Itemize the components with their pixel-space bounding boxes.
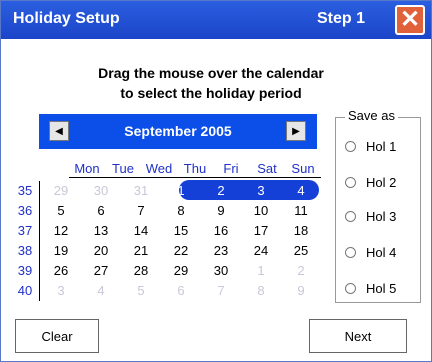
calendar-day[interactable]: 5 [41, 201, 81, 221]
calendar-day-selected[interactable]: 3 [241, 181, 281, 201]
calendar-day[interactable]: 29 [161, 261, 201, 281]
weekday-header: Mon [74, 161, 100, 176]
calendar-day[interactable]: 8 [161, 201, 201, 221]
calendar-day[interactable]: 4 [81, 281, 121, 301]
week-number-column: 35 36 37 38 39 40 [11, 181, 40, 301]
calendar-week-row: 12 13 14 15 16 17 18 [41, 221, 321, 241]
calendar-day[interactable]: 16 [201, 221, 241, 241]
calendar-day[interactable]: 7 [201, 281, 241, 301]
radio-hol-5[interactable]: Hol 5 [345, 279, 396, 297]
calendar-day[interactable]: 26 [41, 261, 81, 281]
calendar-week-row: 19 20 21 22 23 24 25 [41, 241, 321, 261]
week-number: 39 [17, 263, 33, 278]
calendar-day[interactable]: 18 [281, 221, 321, 241]
calendar-day[interactable]: 15 [161, 221, 201, 241]
weekday-header-row: Mon Tue Wed Thu Fri Sat Sun [69, 161, 321, 178]
radio-label: Hol 5 [366, 280, 397, 296]
calendar-day[interactable]: 21 [121, 241, 161, 261]
clear-button[interactable]: Clear [15, 319, 99, 353]
calendar-day[interactable]: 9 [201, 201, 241, 221]
instruction-line-1: Drag the mouse over the calendar [98, 65, 324, 81]
calendar-day[interactable]: 8 [241, 281, 281, 301]
calendar-week-row: 26 27 28 29 30 1 2 [41, 261, 321, 281]
calendar-week-row: 29 30 31 1 2 3 4 [41, 181, 321, 201]
radio-label: Hol 3 [366, 208, 397, 224]
calendar-day[interactable]: 31 [121, 181, 161, 201]
holiday-setup-window: Holiday Setup Step 1 ✕ Drag the mouse ov… [0, 0, 432, 362]
close-button[interactable]: ✕ [395, 5, 425, 35]
calendar-day[interactable]: 30 [81, 181, 121, 201]
chevron-left-icon: ◀ [55, 125, 63, 137]
radio-label: Hol 1 [366, 138, 397, 154]
weekday-header: Wed [145, 161, 173, 176]
week-number: 40 [17, 283, 33, 298]
radio-circle[interactable] [345, 176, 356, 188]
calendar-day[interactable]: 30 [201, 261, 241, 281]
calendar-day[interactable]: 29 [41, 181, 81, 201]
title-bar: Holiday Setup Step 1 ✕ [1, 1, 431, 39]
weekday-header: Sun [291, 161, 315, 176]
calendar-day[interactable]: 7 [121, 201, 161, 221]
instruction-line-2: to select the holiday period [120, 85, 302, 101]
weekday-header: Fri [223, 161, 239, 176]
calendar-grid[interactable]: 29 30 31 1 2 3 4 5 6 7 8 9 10 11 12 13 1… [41, 181, 321, 301]
calendar-day[interactable]: 20 [81, 241, 121, 261]
next-button-label: Next [344, 328, 372, 344]
prev-month-button[interactable]: ◀ [49, 121, 69, 141]
close-icon: ✕ [399, 6, 421, 33]
calendar-day[interactable]: 2 [281, 261, 321, 281]
instructions: Drag the mouse over the calendar to sele… [61, 63, 361, 103]
calendar-week-row: 3 4 5 6 7 8 9 [41, 281, 321, 301]
calendar-day-selected[interactable]: 1 [161, 181, 201, 201]
radio-label: Hol 2 [366, 174, 397, 190]
radio-hol-4[interactable]: Hol 4 [345, 243, 396, 261]
weekday-header: Sat [257, 161, 277, 176]
calendar-day[interactable]: 27 [81, 261, 121, 281]
calendar-day[interactable]: 6 [161, 281, 201, 301]
weekday-header: Tue [112, 161, 134, 176]
calendar-day-selected[interactable]: 2 [201, 181, 241, 201]
calendar-day-selected[interactable]: 4 [281, 181, 321, 201]
month-label: September 2005 [124, 123, 232, 139]
calendar-day[interactable]: 24 [241, 241, 281, 261]
calendar-header: ◀ September 2005 ▶ [39, 114, 317, 149]
radio-circle[interactable] [345, 140, 356, 152]
calendar-week-row: 5 6 7 8 9 10 11 [41, 201, 321, 221]
calendar-day[interactable]: 3 [41, 281, 81, 301]
next-month-button[interactable]: ▶ [286, 121, 306, 141]
chevron-right-icon: ▶ [292, 125, 300, 137]
radio-hol-1[interactable]: Hol 1 [345, 137, 396, 155]
calendar-day[interactable]: 11 [281, 201, 321, 221]
radio-circle[interactable] [345, 210, 356, 222]
step-label: Step 1 [317, 10, 366, 27]
calendar-day[interactable]: 22 [161, 241, 201, 261]
calendar-day[interactable]: 6 [81, 201, 121, 221]
calendar-day[interactable]: 5 [121, 281, 161, 301]
week-number: 38 [17, 243, 33, 258]
calendar-day[interactable]: 25 [281, 241, 321, 261]
window-title: Holiday Setup [13, 10, 120, 27]
clear-button-label: Clear [41, 328, 73, 344]
calendar-day[interactable]: 23 [201, 241, 241, 261]
week-number: 37 [17, 223, 33, 238]
save-as-caption: Save as [345, 108, 398, 123]
calendar-day[interactable]: 1 [241, 261, 281, 281]
radio-circle[interactable] [345, 246, 356, 258]
calendar-day[interactable]: 12 [41, 221, 81, 241]
calendar-day[interactable]: 14 [121, 221, 161, 241]
radio-hol-3[interactable]: Hol 3 [345, 207, 396, 225]
calendar-day[interactable]: 13 [81, 221, 121, 241]
weekday-header: Thu [183, 161, 207, 176]
next-button[interactable]: Next [309, 319, 407, 353]
calendar-day[interactable]: 9 [281, 281, 321, 301]
radio-circle[interactable] [345, 282, 356, 294]
calendar-day[interactable]: 10 [241, 201, 281, 221]
radio-hol-2[interactable]: Hol 2 [345, 173, 396, 191]
week-number: 35 [17, 183, 33, 198]
calendar-day[interactable]: 19 [41, 241, 81, 261]
calendar-day[interactable]: 17 [241, 221, 281, 241]
calendar-day[interactable]: 28 [121, 261, 161, 281]
week-number: 36 [17, 203, 33, 218]
radio-label: Hol 4 [366, 244, 397, 260]
